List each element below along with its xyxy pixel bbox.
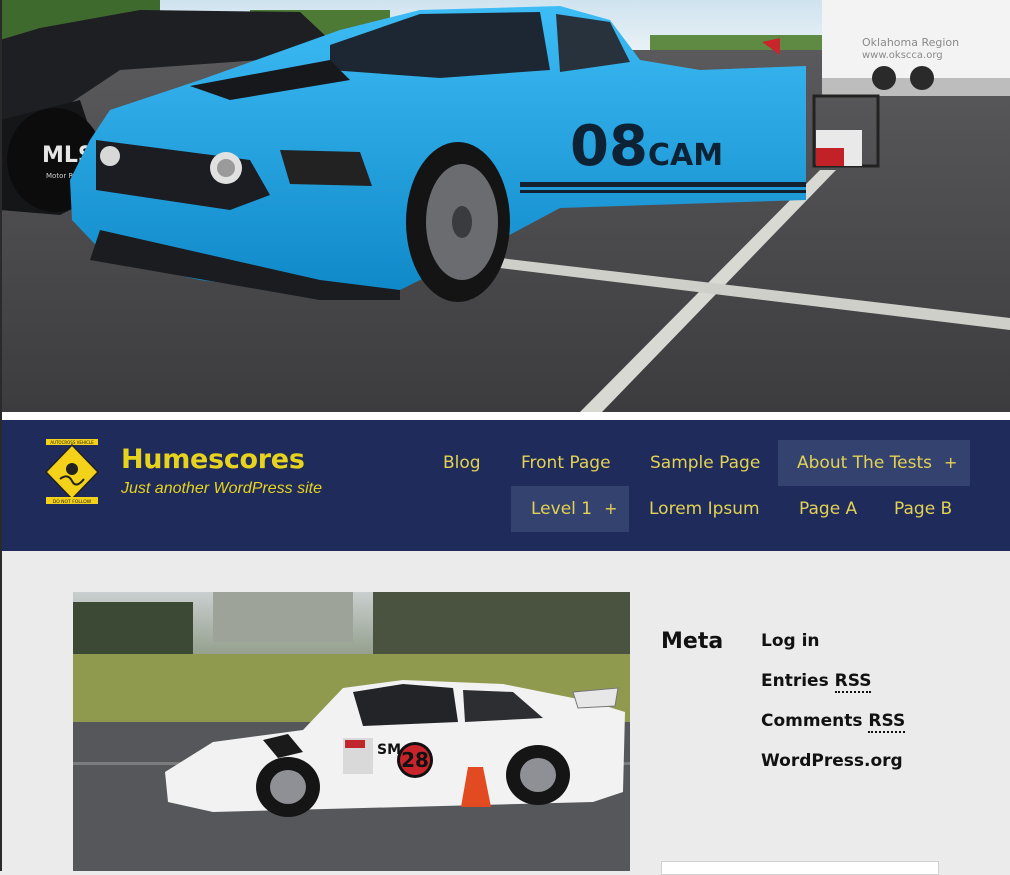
nav-label: Blog: [443, 453, 481, 473]
nav-label: Front Page: [521, 453, 611, 473]
nav-item-front-page[interactable]: Front Page: [521, 440, 611, 486]
nav-item-about-the-tests[interactable]: About The Tests +: [778, 440, 970, 486]
nav-item-blog[interactable]: Blog: [443, 440, 481, 486]
featured-photo-white-race-car: SM 28: [73, 592, 630, 871]
meta-widget-list: Log in Entries RSS Comments RSS WordPres…: [761, 631, 906, 791]
entries-rss-link[interactable]: Entries RSS: [761, 671, 872, 693]
race-class-decal: SM: [377, 742, 401, 758]
header-divider: [0, 412, 1010, 420]
nav-item-page-a[interactable]: Page A: [799, 486, 857, 532]
nav-label: Page A: [799, 499, 858, 519]
nav-item-level-1[interactable]: Level 1 +: [511, 486, 629, 532]
main-content: SM 28 Meta Log in Entries RSS Comments R…: [2, 551, 1010, 875]
car-number-decal: 08: [570, 114, 648, 179]
nav-item-lorem-ipsum[interactable]: Lorem Ipsum: [649, 486, 760, 532]
race-number-decal: 28: [401, 748, 429, 772]
nav-label: Page B: [894, 499, 953, 519]
list-item: WordPress.org: [761, 751, 905, 791]
main-navigation: Blog Front Page Sample Page About The Te…: [2, 420, 1010, 551]
svg-text:CAM: CAM: [648, 138, 723, 173]
rss-abbr: RSS: [834, 671, 872, 693]
meta-widget-title: Meta: [661, 629, 724, 654]
svg-text:www.okscca.org: www.okscca.org: [862, 50, 943, 61]
submenu-plus-icon[interactable]: +: [604, 499, 617, 518]
site-header: AUTOCROSS VEHICLE DO NOT FOLLOW Humescor…: [2, 420, 1010, 551]
nav-label: Lorem Ipsum: [649, 499, 760, 519]
list-item: Comments RSS: [761, 711, 906, 751]
header-photo-blue-mustang: Oklahoma Region www.okscca.org MLS Motor…: [0, 0, 1010, 412]
nav-item-page-b[interactable]: Page B: [894, 486, 952, 532]
header-image: Oklahoma Region www.okscca.org MLS Motor…: [0, 0, 1010, 412]
nav-item-sample-page[interactable]: Sample Page: [650, 440, 760, 486]
list-item: Entries RSS: [761, 671, 905, 711]
login-link[interactable]: Log in: [761, 631, 820, 651]
nav-label: About The Tests: [797, 453, 933, 473]
submenu-plus-icon[interactable]: +: [944, 453, 957, 472]
wordpress-org-link[interactable]: WordPress.org: [761, 751, 903, 771]
featured-post-image[interactable]: SM 28: [73, 592, 630, 871]
search-input[interactable]: [661, 861, 939, 875]
nav-label: Level 1: [531, 499, 593, 519]
trailer-text: Oklahoma Region: [862, 36, 959, 49]
rss-abbr: RSS: [868, 711, 906, 733]
list-item: Log in: [761, 631, 905, 671]
nav-label: Sample Page: [650, 453, 761, 473]
window-left-edge: [0, 0, 2, 871]
comments-rss-link[interactable]: Comments RSS: [761, 711, 906, 733]
